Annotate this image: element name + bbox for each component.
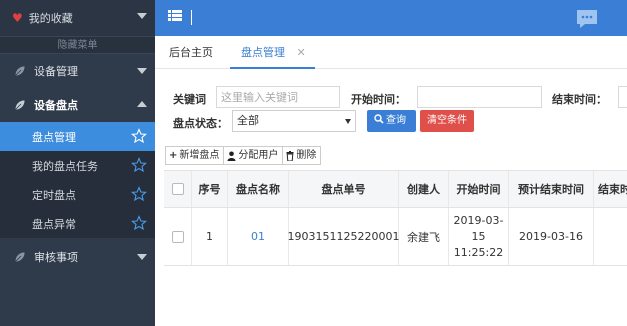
sidebar-subitem-inventory-exceptions[interactable]: 盘点异常 <box>0 209 155 238</box>
delete-button[interactable]: 删除 <box>282 146 322 165</box>
sidebar-subitem-my-inventory-tasks[interactable]: 我的盘点任务 <box>0 151 155 180</box>
top-bar <box>155 0 627 36</box>
start-time-line: 15 <box>471 229 486 243</box>
hide-menu-button[interactable]: 隐藏菜单 <box>0 36 155 54</box>
column-header: 预计结束时间 <box>509 171 594 207</box>
column-header: 开始时间 <box>449 171 509 207</box>
assign-user-button[interactable]: 分配用户 <box>223 146 284 165</box>
sidebar-subitem-label: 盘点管理 <box>32 130 76 144</box>
sidebar-item-label: 设备盘点 <box>34 99 78 112</box>
sidebar-subitem-scheduled-inventory[interactable]: 定时盘点 <box>0 180 155 209</box>
tab-inventory-management[interactable]: 盘点管理 ✕ <box>230 36 315 69</box>
column-header: 盘点名称 <box>228 171 289 207</box>
status-select[interactable]: 全部 <box>232 110 356 132</box>
action-toolbar: + 新增盘点 分配用户 删除 <box>165 146 322 165</box>
chevron-down-icon <box>137 68 147 74</box>
end-time-label: 结束时间： <box>552 93 607 106</box>
start-time-line: 11:25:22 <box>453 245 504 259</box>
assign-user-label: 分配用户 <box>238 150 279 161</box>
sidebar-subitem-label: 盘点异常 <box>32 217 76 231</box>
start-time-input[interactable] <box>417 86 542 108</box>
dropdown-arrow-icon <box>345 119 351 124</box>
cell-start-time: 2019-03- 15 11:25:22 <box>449 208 509 265</box>
cell-creator: 余建飞 <box>399 208 449 265</box>
end-time-input[interactable] <box>618 86 627 108</box>
star-icon[interactable] <box>131 186 147 202</box>
start-time-line: 2019-03- <box>453 213 504 227</box>
chevron-down-icon <box>137 254 147 260</box>
star-icon[interactable] <box>131 128 147 144</box>
leaf-icon <box>14 65 26 77</box>
star-icon[interactable] <box>131 215 147 231</box>
close-icon[interactable]: ✕ <box>297 46 306 59</box>
clear-conditions-button[interactable]: 清空条件 <box>420 110 474 132</box>
column-header: 创建人 <box>399 171 449 207</box>
start-time-label: 开始时间： <box>351 93 406 106</box>
tab-home[interactable]: 后台主页 <box>169 36 213 69</box>
favorites-menu[interactable]: ♥ 我的收藏 <box>0 0 155 36</box>
cell-index: 1 <box>192 208 228 265</box>
query-button-label: 查询 <box>386 115 406 126</box>
tab-bar: 后台主页 盘点管理 ✕ <box>155 36 627 69</box>
menu-toggle-icon[interactable] <box>168 10 182 21</box>
delete-label: 删除 <box>296 150 317 161</box>
leaf-icon <box>14 99 26 111</box>
favorites-label: 我的收藏 <box>28 12 73 25</box>
query-button[interactable]: 查询 <box>367 110 416 132</box>
chevron-up-icon <box>137 101 147 107</box>
status-label: 盘点状态： <box>173 117 228 130</box>
add-inventory-button[interactable]: + 新增盘点 <box>165 146 225 165</box>
keyword-input[interactable] <box>216 86 340 108</box>
message-icon[interactable] <box>575 8 599 30</box>
cell-end-time <box>594 208 627 265</box>
search-icon <box>374 114 384 124</box>
column-header: 盘点单号 <box>289 171 399 207</box>
row-select[interactable] <box>164 208 192 265</box>
sidebar-item-device-management[interactable]: 设备管理 <box>0 54 155 88</box>
header-select-all[interactable] <box>164 171 192 207</box>
add-inventory-label: 新增盘点 <box>179 150 220 161</box>
sidebar-item-device-inventory[interactable]: 设备盘点 <box>0 88 155 122</box>
inventory-name-link[interactable]: 01 <box>228 208 289 265</box>
select-all-checkbox[interactable] <box>171 183 184 195</box>
column-header: 结束时 <box>598 183 627 196</box>
table-row: 1 01 1903151125220001 余建飞 2019-03- 15 11… <box>164 208 627 266</box>
sidebar-item-review-items[interactable]: 审核事项 <box>0 240 155 274</box>
table-header: 序号 盘点名称 盘点单号 创建人 开始时间 预计结束时间 结束时 <box>164 171 627 208</box>
trash-icon <box>286 150 294 161</box>
user-icon <box>227 151 236 161</box>
sidebar: ♥ 我的收藏 隐藏菜单 设备管理 设备盘点 盘点管理 我的盘点任务 定时盘点 盘… <box>0 0 155 326</box>
sidebar-item-label: 审核事项 <box>34 251 78 264</box>
tab-label: 盘点管理 <box>241 46 285 59</box>
star-icon[interactable] <box>131 157 147 173</box>
leaf-icon <box>14 251 26 263</box>
sidebar-subitem-label: 我的盘点任务 <box>32 159 98 173</box>
column-header: 序号 <box>192 171 228 207</box>
sidebar-subitem-inventory-management[interactable]: 盘点管理 <box>0 122 155 151</box>
cell-planned-end: 2019-03-16 <box>509 208 594 265</box>
status-value: 全部 <box>237 114 259 127</box>
keyword-label: 关键词 <box>173 93 206 106</box>
cell-number: 1903151125220001 <box>288 208 400 265</box>
chevron-down-icon <box>137 13 147 19</box>
sidebar-item-label: 设备管理 <box>34 65 78 78</box>
search-panel: 关键词 开始时间： 结束时间： 盘点状态： 全部 查询 清空条件 <box>165 82 627 136</box>
heart-icon: ♥ <box>12 11 23 25</box>
divider <box>191 10 192 25</box>
plus-icon: + <box>169 150 178 161</box>
row-checkbox[interactable] <box>171 230 184 243</box>
sidebar-subitem-label: 定时盘点 <box>32 188 76 202</box>
inventory-table: 序号 盘点名称 盘点单号 创建人 开始时间 预计结束时间 结束时 1 01 19… <box>164 170 627 266</box>
